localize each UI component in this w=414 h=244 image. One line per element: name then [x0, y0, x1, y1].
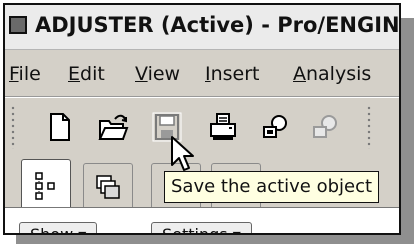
new-file-icon[interactable]	[41, 109, 77, 145]
save-tooltip: Save the active object	[164, 171, 380, 203]
menu-insert-label: nsert	[210, 63, 260, 85]
menu-insert[interactable]: Insert	[205, 63, 260, 85]
show-dropdown[interactable]: Show ▾	[19, 222, 98, 233]
settings-dropdown[interactable]: Settings ▾	[151, 222, 252, 233]
open-folder-icon[interactable]	[95, 109, 131, 145]
menu-separator	[5, 96, 399, 98]
send-mail-icon[interactable]	[257, 109, 293, 145]
menu-edit-mnemonic: E	[68, 63, 81, 85]
toolbar-grip-handle-2[interactable]	[367, 105, 371, 149]
window-title: ADJUSTER (Active) - Pro/ENGIN	[35, 13, 400, 37]
mouse-pointer-icon	[171, 136, 194, 171]
menu-analysis-mnemonic: A	[293, 63, 306, 85]
menu-edit[interactable]: Edit	[68, 63, 105, 85]
menu-analysis-label: nalysis	[306, 63, 372, 85]
folder-browser-icon[interactable]	[83, 163, 133, 209]
toolbar-grip-handle[interactable]	[11, 105, 15, 149]
main-toolbar	[5, 99, 399, 155]
menu-view-mnemonic: V	[135, 63, 148, 85]
print-icon[interactable]	[205, 109, 241, 145]
menu-view[interactable]: View	[135, 63, 180, 85]
model-tree-icon[interactable]	[21, 159, 71, 209]
menu-bar: File Edit View Insert Analysis	[5, 50, 399, 96]
menu-edit-label: dit	[80, 63, 105, 85]
menu-view-label: iew	[147, 63, 181, 85]
navigator-panel: Show ▾ Settings ▾	[5, 207, 399, 233]
menu-file[interactable]: File	[9, 63, 41, 85]
window-app-icon	[9, 16, 27, 34]
menu-file-mnemonic: F	[9, 63, 19, 85]
menu-file-label: ile	[18, 63, 41, 85]
title-bar[interactable]: ADJUSTER (Active) - Pro/ENGIN	[5, 5, 399, 50]
menu-analysis[interactable]: Analysis	[293, 63, 371, 85]
send-mail-disabled-icon	[307, 109, 343, 145]
